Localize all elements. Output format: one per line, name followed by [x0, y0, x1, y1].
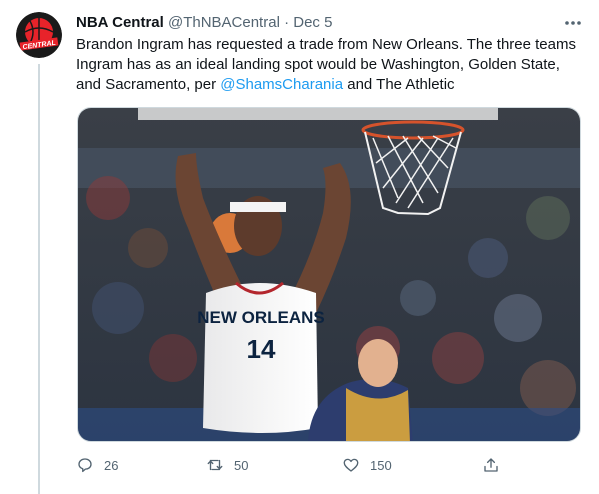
more-icon: [565, 21, 581, 25]
retweet-count: 50: [234, 457, 249, 473]
tweet-text-part2: and The Athletic: [343, 76, 455, 93]
share-button[interactable]: [482, 456, 500, 474]
nba-central-logo: CENTRAL: [16, 12, 62, 58]
like-button[interactable]: 150: [342, 456, 392, 474]
author-name[interactable]: NBA Central: [76, 14, 164, 31]
tweet-text: Brandon Ingram has requested a trade fro…: [76, 35, 586, 95]
reply-button[interactable]: 26: [76, 456, 118, 474]
basketball-photo: NEW ORLEANS 14: [78, 108, 580, 441]
author-handle[interactable]: @ThNBACentral: [168, 14, 280, 31]
share-icon: [484, 458, 498, 472]
retweet-icon: [207, 459, 223, 471]
tweet-date[interactable]: Dec 5: [293, 14, 332, 31]
separator-dot: ·: [284, 14, 290, 31]
thread-line: [38, 64, 40, 494]
mention-link[interactable]: @ShamsCharania: [220, 76, 343, 93]
tweet-actions: 26 50 150: [76, 456, 506, 478]
jersey-team: NEW ORLEANS: [197, 308, 325, 327]
more-button[interactable]: [562, 14, 584, 32]
reply-icon: [78, 458, 92, 473]
tweet-header: NBA Central @ThNBACentral · Dec 5: [76, 13, 332, 33]
avatar[interactable]: CENTRAL: [16, 12, 62, 58]
reply-count: 26: [104, 457, 119, 473]
retweet-button[interactable]: 50: [206, 456, 248, 474]
like-count: 150: [370, 457, 392, 473]
tweet-photo[interactable]: NEW ORLEANS 14: [77, 107, 581, 442]
like-icon: [343, 458, 359, 472]
jersey-number: 14: [247, 334, 276, 364]
